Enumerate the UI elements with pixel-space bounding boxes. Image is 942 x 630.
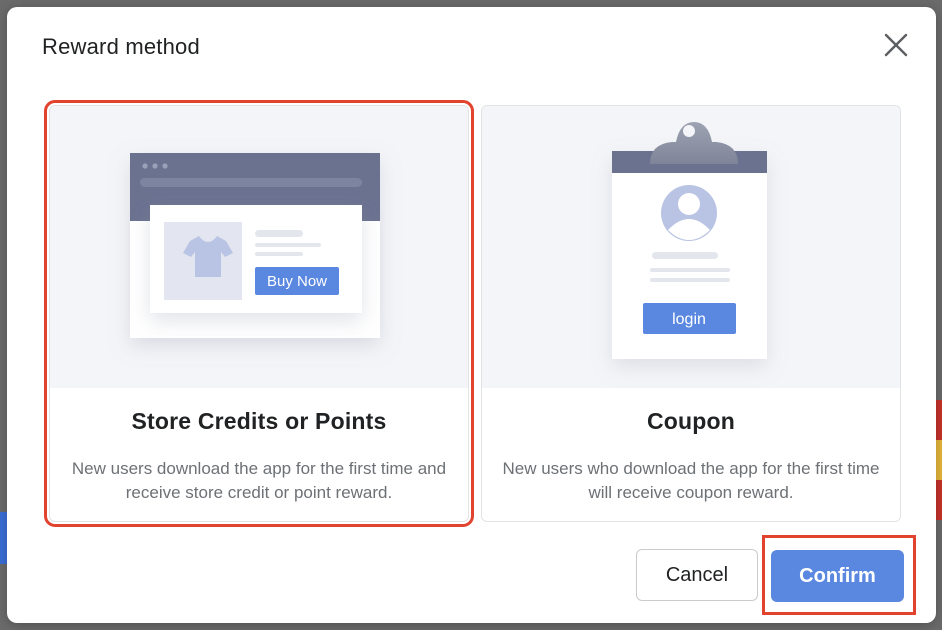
background-fragment bbox=[0, 512, 7, 564]
buy-now-label: Buy Now bbox=[267, 273, 327, 290]
modal-title: Reward method bbox=[42, 34, 200, 59]
login-label: login bbox=[672, 311, 706, 328]
option-card-coupon[interactable]: login Coupon New users who download the … bbox=[481, 105, 901, 522]
store-credits-illustration: Buy Now bbox=[50, 106, 468, 388]
option-description: New users download the app for the first… bbox=[71, 459, 447, 502]
user-avatar-icon bbox=[661, 185, 717, 241]
option-title: Coupon bbox=[646, 408, 736, 434]
background-fragment bbox=[936, 440, 942, 480]
cancel-button[interactable]: Cancel bbox=[636, 549, 758, 601]
option-card-store-credits[interactable]: Buy Now Store Credits or Points New user… bbox=[44, 100, 474, 527]
reward-method-modal: Reward method Buy Now Store Credits or P… bbox=[7, 7, 936, 623]
close-icon[interactable] bbox=[882, 31, 910, 59]
confirm-button[interactable]: Confirm bbox=[771, 550, 904, 602]
coupon-illustration: login bbox=[482, 106, 900, 388]
option-title: Store Credits or Points bbox=[131, 408, 387, 434]
option-description: New users who download the app for the f… bbox=[502, 459, 880, 502]
